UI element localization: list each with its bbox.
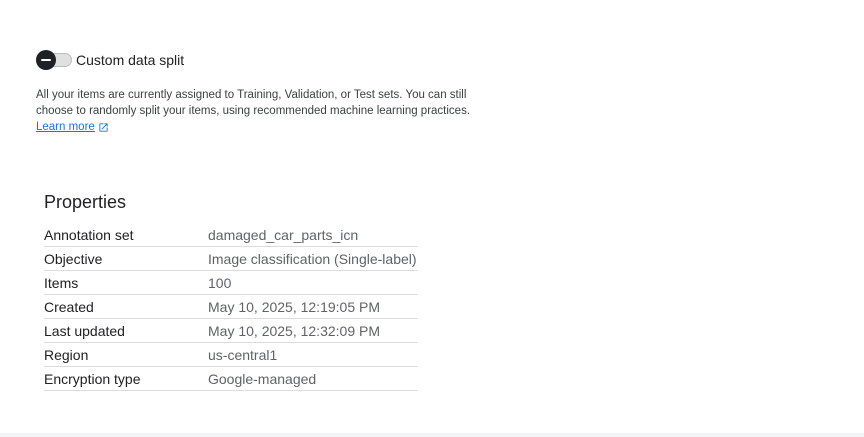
property-value: damaged_car_parts_icn bbox=[208, 223, 418, 247]
property-key: Last updated bbox=[44, 318, 208, 343]
table-row: Items 100 bbox=[44, 270, 418, 295]
property-value: Google-managed bbox=[208, 366, 418, 391]
learn-more-link[interactable]: Learn more bbox=[36, 119, 109, 135]
bottom-divider bbox=[0, 433, 864, 437]
table-row: Last updated May 10, 2025, 12:32:09 PM bbox=[44, 318, 418, 343]
property-value: us-central1 bbox=[208, 342, 418, 367]
table-row: Objective Image classification (Single-l… bbox=[44, 246, 418, 271]
properties-title: Properties bbox=[44, 192, 127, 212]
property-key: Items bbox=[44, 270, 208, 295]
custom-data-split-label: Custom data split bbox=[76, 52, 185, 68]
table-row: Encryption type Google-managed bbox=[44, 366, 418, 391]
property-value: May 10, 2025, 12:19:05 PM bbox=[208, 294, 418, 319]
table-row: Created May 10, 2025, 12:19:05 PM bbox=[44, 294, 418, 319]
table-row: Region us-central1 bbox=[44, 342, 418, 367]
custom-data-split-toggle[interactable] bbox=[36, 50, 72, 70]
property-value: 100 bbox=[208, 270, 418, 295]
toggle-off-icon bbox=[36, 50, 56, 70]
property-key: Annotation set bbox=[44, 223, 208, 247]
property-key: Created bbox=[44, 294, 208, 319]
property-value: May 10, 2025, 12:32:09 PM bbox=[208, 318, 418, 343]
custom-split-row: Custom data split bbox=[36, 50, 184, 70]
split-description: All your items are currently assigned to… bbox=[36, 89, 471, 117]
property-key: Encryption type bbox=[44, 366, 208, 391]
property-key: Objective bbox=[44, 246, 208, 271]
property-key: Region bbox=[44, 342, 208, 367]
learn-more-label: Learn more bbox=[36, 121, 95, 133]
dataset-analyze-page: Custom data split All your items are cur… bbox=[0, 0, 864, 437]
table-row: Annotation set damaged_car_parts_icn bbox=[44, 223, 418, 247]
open-in-new-icon bbox=[99, 122, 108, 132]
property-value: Image classification (Single-label) bbox=[208, 246, 418, 271]
properties-table: Annotation set damaged_car_parts_icn Obj… bbox=[44, 223, 418, 391]
